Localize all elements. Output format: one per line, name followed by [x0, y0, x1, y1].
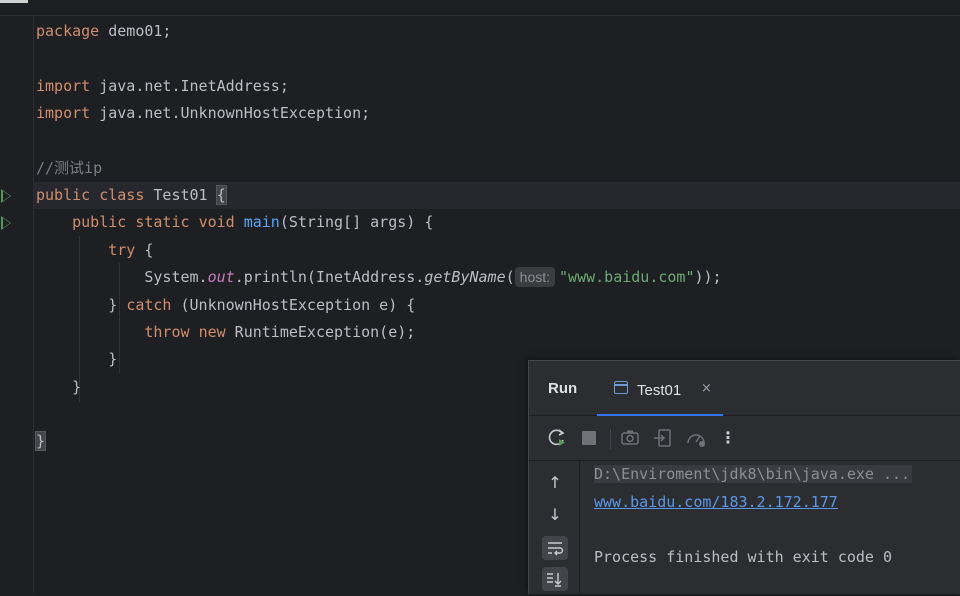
editor-gutter [0, 16, 34, 593]
keyword: catch [126, 296, 172, 314]
code-line-import-2: import java.net.UnknownHostException; [36, 100, 370, 127]
result-link[interactable]: www.baidu.com/183.2.172.177 [594, 493, 838, 511]
keyword: new [198, 323, 226, 341]
code-text: .println(InetAddress. [234, 268, 425, 286]
code-text: System. [144, 268, 208, 286]
code-text: } [108, 350, 118, 368]
code-text: ( [505, 268, 515, 286]
keyword: public [72, 213, 127, 231]
code-line-import-1: import java.net.InetAddress; [36, 73, 289, 100]
method-signature: (String[] args) { [279, 213, 434, 231]
code-line-main: public static void main(String[] args) { [36, 209, 433, 236]
run-toolbar: ⋮ [529, 416, 960, 461]
console-output[interactable]: D:\Enviroment\jdk8\bin\java.exe ... www.… [580, 461, 960, 594]
command-line[interactable]: D:\Enviroment\jdk8\bin\java.exe ... [594, 465, 913, 483]
code-line-close-try: } [36, 346, 117, 373]
run-class-gutter-icon[interactable] [1, 189, 11, 203]
soft-wrap-icon[interactable] [542, 536, 568, 560]
console-line-result: www.baidu.com/183.2.172.177 [594, 489, 838, 516]
arrow-down-icon[interactable]: ↓ [542, 503, 568, 527]
tab-label: Test01 [637, 382, 682, 399]
code-line-catch: } catch (UnknownHostException e) { [36, 292, 415, 319]
stop-icon[interactable] [578, 427, 600, 449]
code-line-close-main: } [36, 374, 81, 401]
code-text: { [135, 241, 154, 259]
keyword: import [36, 77, 91, 95]
run-main-gutter-icon[interactable] [1, 216, 11, 230]
import-path: java.net.UnknownHostException; [90, 104, 371, 122]
method-name: main [243, 213, 280, 231]
code-text: (UnknownHostException e) { [171, 296, 416, 314]
keyword: import [36, 104, 91, 122]
run-panel-header: Run Test01 × [529, 361, 960, 416]
code-line-close-class: } [34, 428, 47, 455]
class-name: Test01 [153, 186, 217, 204]
keyword: static [135, 213, 190, 231]
matched-brace: { [215, 185, 227, 205]
code-line-comment: //测试ip [36, 159, 103, 177]
keyword: public [36, 186, 91, 204]
console-line-finished: Process finished with exit code 0 [594, 548, 893, 566]
console-icon [614, 381, 628, 394]
code-line-class: public class Test01 { [36, 182, 227, 209]
keyword: package [36, 22, 100, 40]
code-line-println: System.out.println(InetAddress.getByName… [36, 264, 722, 291]
keyword: try [108, 241, 136, 259]
code-text: } [108, 296, 127, 314]
close-icon[interactable]: × [701, 381, 712, 396]
run-panel-title: Run [548, 380, 578, 397]
package-name: demo01; [99, 22, 172, 40]
run-tool-window: Run Test01 × ⋮ ↑ ↓ D:\Enviroment\jdk8\bi… [528, 360, 960, 594]
rerun-icon[interactable] [546, 427, 568, 449]
more-options-icon[interactable]: ⋮ [717, 427, 739, 449]
scroll-to-end-icon[interactable] [542, 567, 568, 591]
editor-tab-strip [0, 0, 960, 16]
code-line-try: try { [36, 237, 153, 264]
speedometer-icon[interactable] [685, 427, 707, 449]
toolbar-separator [610, 429, 611, 449]
console-side-toolbar: ↑ ↓ [529, 461, 580, 594]
code-text: } [72, 378, 82, 396]
keyword: void [198, 213, 235, 231]
keyword: throw [144, 323, 190, 341]
tab-test01[interactable]: Test01 × [597, 361, 723, 416]
console-line-command: D:\Enviroment\jdk8\bin\java.exe ... [594, 461, 913, 488]
parameter-hint: host: [514, 267, 556, 287]
keyword: class [99, 186, 145, 204]
code-text: RuntimeException(e); [225, 323, 416, 341]
matched-brace: } [34, 431, 47, 451]
string-literal: "www.baidu.com" [559, 268, 695, 286]
static-method: getByName [424, 268, 506, 286]
active-tab-indicator [0, 0, 28, 3]
code-line-throw: throw new RuntimeException(e); [36, 319, 415, 346]
exit-icon[interactable] [652, 427, 674, 449]
camera-icon[interactable] [619, 427, 641, 449]
arrow-up-icon[interactable]: ↑ [542, 471, 568, 495]
code-text: )); [694, 268, 722, 286]
static-field: out [207, 268, 235, 286]
code-line-package: package demo01; [36, 18, 171, 45]
import-path: java.net.InetAddress; [90, 77, 289, 95]
